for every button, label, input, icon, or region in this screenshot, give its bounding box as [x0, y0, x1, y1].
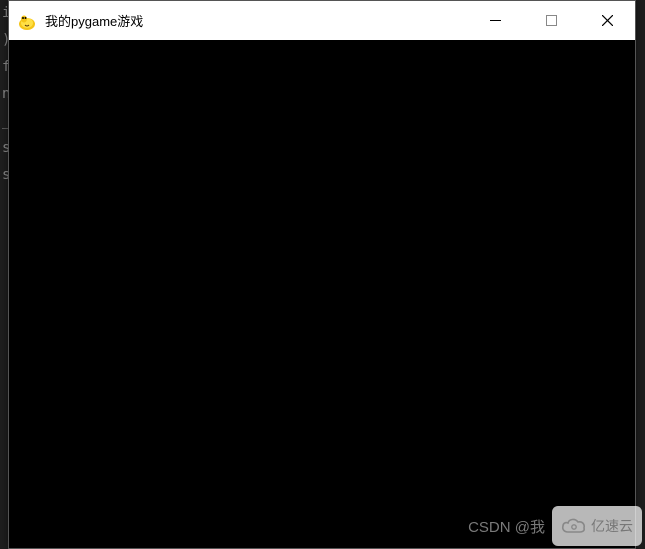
- window-title: 我的pygame游戏: [45, 11, 143, 30]
- maximize-button[interactable]: [523, 1, 579, 40]
- minimize-icon: [490, 15, 501, 26]
- window-titlebar[interactable]: 我的pygame游戏: [9, 1, 635, 40]
- yisu-watermark-text: 亿速云: [591, 516, 633, 536]
- close-button[interactable]: [579, 1, 635, 40]
- csdn-watermark: CSDN @我: [468, 516, 545, 537]
- pygame-snake-icon: [17, 11, 37, 31]
- maximize-icon: [546, 15, 557, 26]
- pygame-window: 我的pygame游戏: [8, 0, 636, 549]
- game-canvas[interactable]: [9, 40, 635, 548]
- minimize-button[interactable]: [467, 1, 523, 40]
- close-icon: [602, 15, 613, 26]
- cloud-icon: [561, 516, 587, 536]
- yisu-watermark: 亿速云: [552, 506, 642, 546]
